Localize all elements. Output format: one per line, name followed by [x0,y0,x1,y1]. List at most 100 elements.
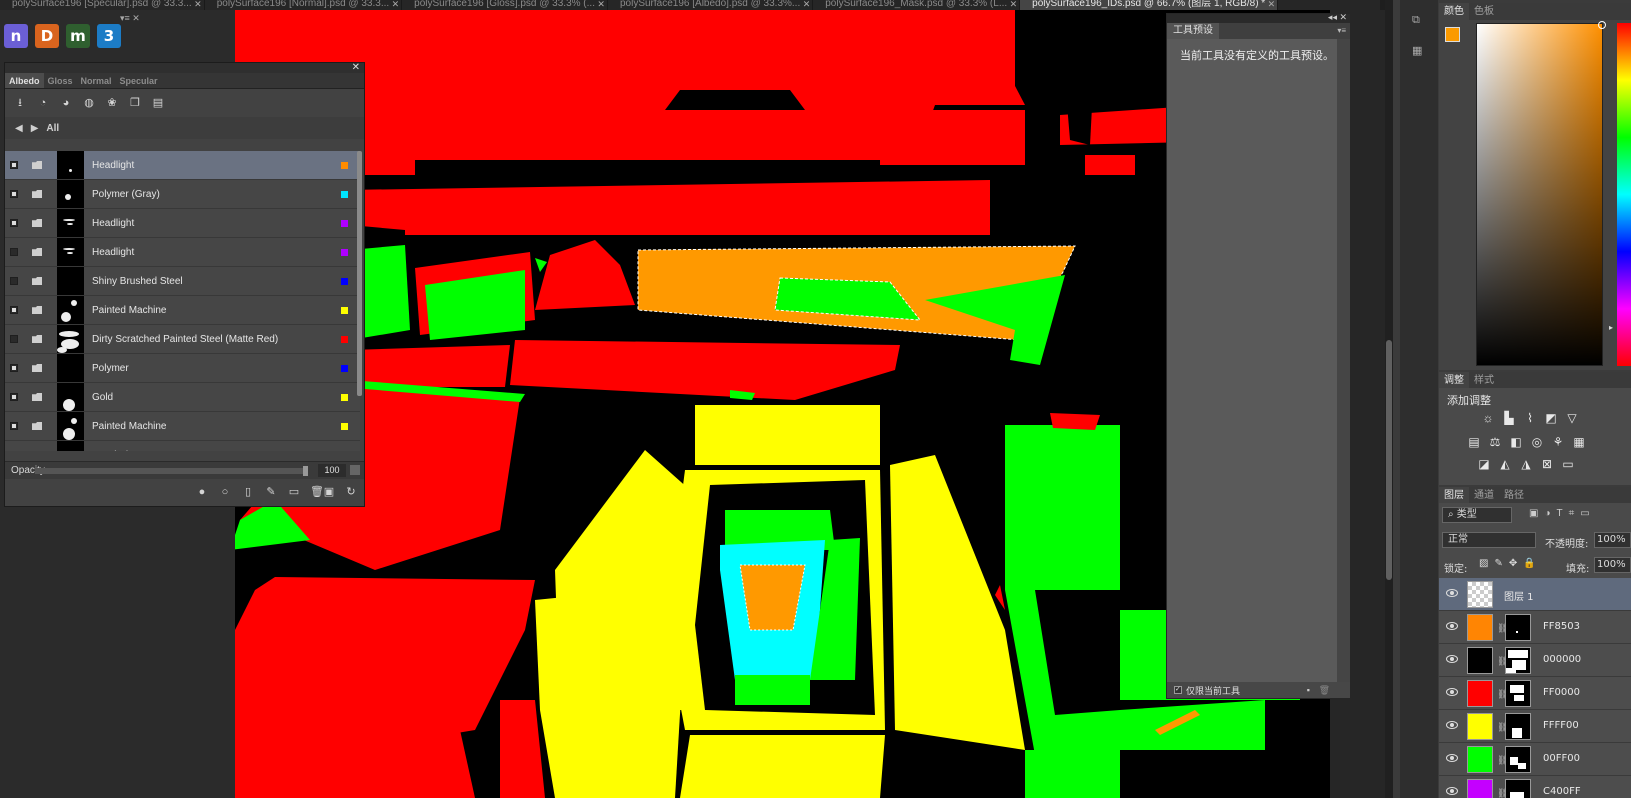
material-id-color-swatch[interactable] [341,277,348,285]
tab-gloss[interactable]: Gloss [44,73,77,88]
color-picker-marker[interactable] [1598,21,1606,29]
material-row[interactable]: Headlight [5,238,360,267]
close-tab-icon[interactable]: ✕ [1268,0,1276,9]
material-row[interactable]: Polymer [5,354,360,383]
document-tab[interactable]: polySurface196 [Normal].psd @ 33.3... ✕ [205,0,403,10]
presets-scrollbar[interactable] [1337,39,1350,683]
layer-thumbnail[interactable] [1467,779,1493,798]
material-row[interactable]: Metal Plate [5,441,360,451]
blend-mode-select[interactable]: 正常 [1442,532,1536,548]
material-id-color-swatch[interactable] [341,422,348,430]
tab-specular[interactable]: Specular [116,73,162,88]
gradient-map-icon[interactable]: ▭ [1560,456,1576,472]
material-visibility-checkbox[interactable] [10,277,18,285]
opacity-value[interactable]: 100 [318,464,346,477]
material-id-color-swatch[interactable] [341,364,348,372]
panel-menu-icon[interactable]: ▾≡ [1337,26,1346,35]
layer-filter-select[interactable]: ⌕ 类型 [1442,507,1512,523]
color-balance-icon[interactable]: ⚖ [1487,434,1503,450]
threshold-icon[interactable]: ◮ [1518,456,1534,472]
page-icon[interactable]: ▯ [241,485,255,499]
visibility-eye-icon[interactable] [1446,754,1458,762]
material-id-color-swatch[interactable] [341,219,348,227]
refresh-icon[interactable]: ↻ [344,485,358,499]
tab-styles[interactable]: 样式 [1469,372,1499,388]
invert-icon[interactable]: ◪ [1476,456,1492,472]
levels-icon[interactable]: ▙ [1501,410,1517,426]
material-add-icon[interactable]: ◕ [59,96,73,110]
properties-icon[interactable]: ▦ [1412,44,1426,58]
tab-color[interactable]: 颜色 [1439,3,1469,20]
visibility-eye-icon[interactable] [1446,589,1458,597]
black-white-icon[interactable]: ◧ [1508,434,1524,450]
tab-swatches[interactable]: 色板 [1469,3,1499,20]
tab-channels[interactable]: 通道 [1469,487,1499,503]
material-visibility-checkbox[interactable] [10,422,18,430]
brightness-icon[interactable]: ☼ [1480,410,1496,426]
visibility-eye-icon[interactable] [1446,622,1458,630]
tab-normal[interactable]: Normal [77,73,116,88]
layer-row[interactable]: 图层 1 [1439,578,1631,611]
color-field[interactable] [1476,21,1606,366]
exposure-icon[interactable]: ◩ [1543,410,1559,426]
delete-preset-icon[interactable]: 🗑 [1319,685,1330,696]
material-search-icon[interactable]: ◍ [82,96,96,110]
material-row[interactable]: Headlight [5,209,360,238]
layer-row[interactable]: ⛓ 000000 [1439,644,1631,677]
layer-thumbnail[interactable] [1467,581,1493,608]
material-row[interactable]: Painted Machine [5,296,360,325]
ddo-app-icon[interactable]: D [35,24,59,48]
hue-saturation-icon[interactable]: ▤ [1466,434,1482,450]
presets-titlebar[interactable]: ◂◂ ✕ [1167,12,1350,23]
document-tab[interactable]: polySurface196 [Specular].psd @ 33.3... ✕ [0,0,205,10]
layer-row[interactable]: ⛓ FF8503 [1439,611,1631,644]
back-arrow-icon[interactable]: ◀ [15,123,23,134]
material-id-color-swatch[interactable] [341,335,348,343]
material-list-scrollbar[interactable] [357,151,362,396]
photo-filter-icon[interactable]: ◎ [1529,434,1545,450]
material-visibility-checkbox[interactable] [10,219,18,227]
material-visibility-checkbox[interactable] [10,190,18,198]
close-icon[interactable]: ✕ [352,62,360,73]
m-app-icon[interactable]: m [66,24,90,48]
canvas-vertical-scrollbar[interactable] [1385,0,1393,798]
hue-slider[interactable] [1617,23,1631,366]
breadcrumb-label[interactable]: All [46,123,59,134]
material-visibility-checkbox[interactable] [10,364,18,372]
layer-thumbnail[interactable] [1467,680,1493,707]
posterize-icon[interactable]: ◭ [1497,456,1513,472]
layer-row[interactable]: ⛓ C400FF [1439,776,1631,798]
close-tab-icon[interactable]: ✕ [803,0,811,9]
opacity-slider[interactable] [35,466,308,476]
copy-icon[interactable]: ❐ [128,96,142,110]
close-tab-icon[interactable]: ✕ [1010,0,1018,9]
material-visibility-checkbox[interactable] [10,248,18,256]
launcher-bar-controls[interactable]: ▾≡ ✕ [120,13,140,24]
close-tab-icon[interactable]: ✕ [392,0,400,9]
layer-mask-thumbnail[interactable] [1505,614,1531,641]
layer-thumbnail[interactable] [1467,713,1493,740]
save-icon[interactable]: ▣ [322,485,336,499]
document-tab[interactable]: polySurface196 [Gloss].psd @ 33.3% (... ✕ [402,0,608,10]
layer-mask-thumbnail[interactable] [1505,647,1531,674]
n-app-icon[interactable]: n [4,24,28,48]
collapse-close-icon[interactable]: ◂◂ ✕ [1328,12,1347,23]
layer-thumbnail[interactable] [1467,614,1493,641]
layer-mask-thumbnail[interactable] [1505,680,1531,707]
material-id-color-swatch[interactable] [341,190,348,198]
brush-library-icon[interactable]: ❀ [105,96,119,110]
material-id-color-swatch[interactable] [341,393,348,401]
layer-row[interactable]: ⛓ FFFF00 [1439,710,1631,743]
layer-mask-thumbnail[interactable] [1505,713,1531,740]
color-lookup-icon[interactable]: ▦ [1571,434,1587,450]
material-visibility-checkbox[interactable] [10,306,18,314]
layer-filter-icons[interactable]: ▣◑T⌗▭ [1529,508,1596,519]
stack-icon[interactable]: ▤ [151,96,165,110]
material-panel-titlebar[interactable]: ✕ [5,62,364,73]
material-visibility-checkbox[interactable] [10,161,18,169]
history-icon[interactable]: ⧉ [1412,14,1426,28]
scroll-thumb[interactable] [1386,340,1392,580]
document-tab[interactable]: polySurface196_Mask.psd @ 33.3% (L... ✕ [813,0,1021,10]
opacity-slider-handle[interactable] [303,466,308,476]
vibrance-icon[interactable]: ▽ [1564,410,1580,426]
